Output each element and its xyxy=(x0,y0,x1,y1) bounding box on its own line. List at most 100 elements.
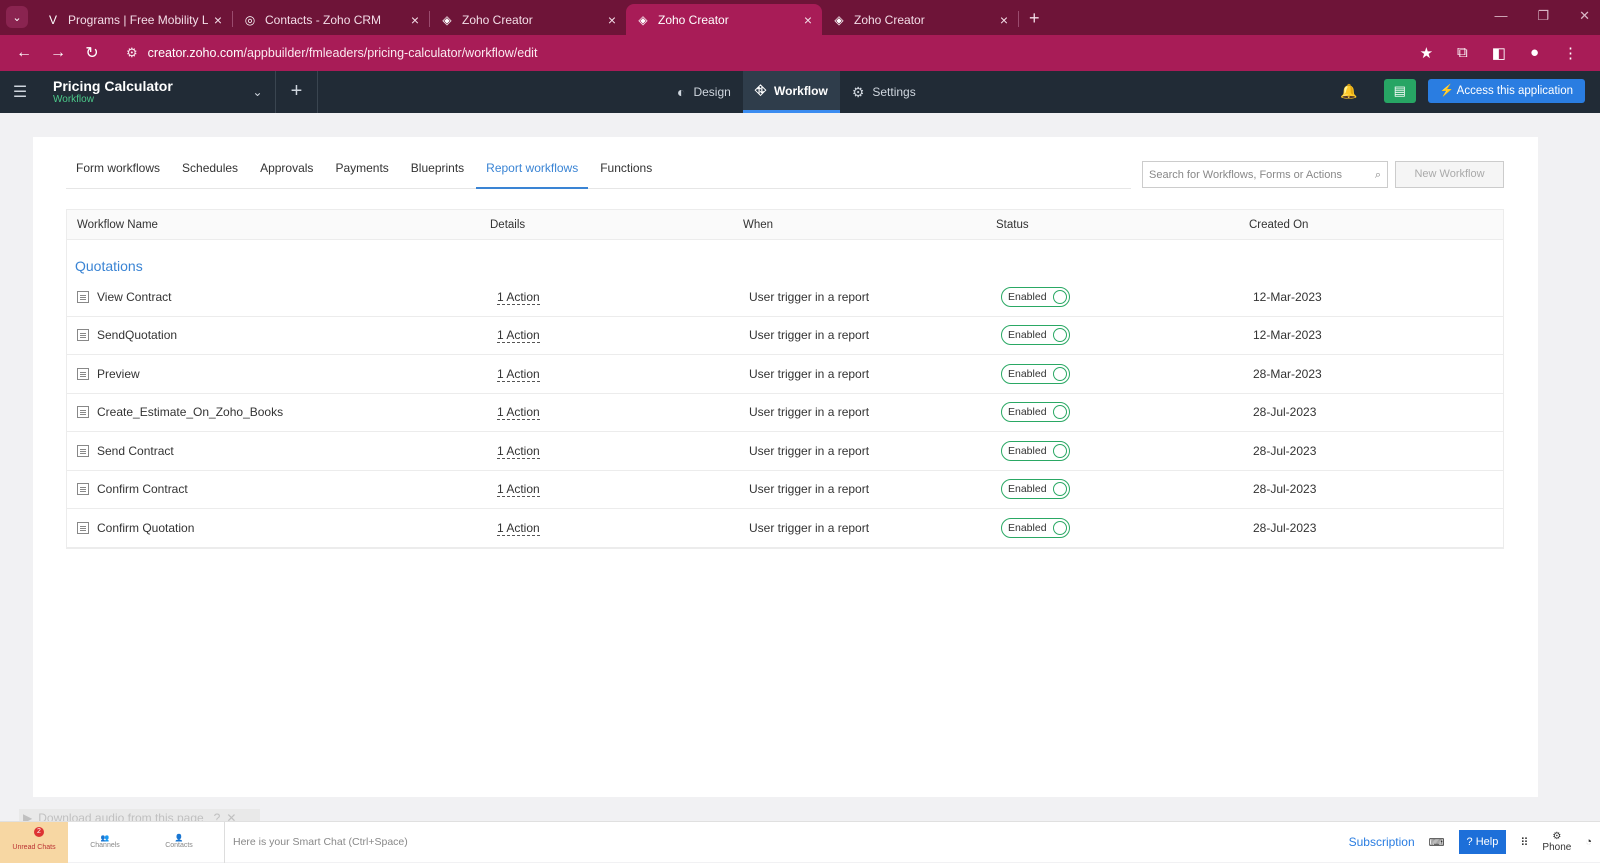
menu-kebab-icon[interactable]: ⋮ xyxy=(1563,44,1578,62)
table-row[interactable]: View Contract 1 Action User trigger in a r… xyxy=(67,278,1503,317)
close-icon[interactable]: × xyxy=(1000,12,1008,28)
status-label: Enabled xyxy=(1008,406,1047,419)
table-row[interactable]: Create_Estimate_On_Zoho_Books 1 Action Use… xyxy=(67,394,1503,432)
tab-payments[interactable]: Payments xyxy=(325,151,398,189)
help-button[interactable]: ? Help xyxy=(1458,830,1507,854)
smart-chat-input[interactable]: Here is your Smart Chat (Ctrl+Space) xyxy=(224,821,1349,863)
status-label: Enabled xyxy=(1008,329,1047,342)
action-count-link[interactable]: 1 Action xyxy=(497,289,540,305)
workflow-name-cell[interactable]: View Contract xyxy=(67,290,490,304)
trigger-cell: User trigger in a report xyxy=(749,520,870,535)
app-grid-button[interactable]: ▤ xyxy=(1383,79,1416,103)
browser-tab[interactable]: ◎ Contacts - Zoho CRM × xyxy=(233,4,429,35)
tab-report-workflows[interactable]: Report workflows xyxy=(476,151,589,189)
table-row[interactable]: Preview 1 Action User trigger in a report E… xyxy=(67,355,1503,394)
new-tab-icon[interactable]: + xyxy=(1029,8,1040,29)
workflow-name-cell[interactable]: Send Contract xyxy=(67,444,490,458)
chat-settings-icon[interactable]: ◔ xyxy=(1585,836,1592,848)
tab-form-workflows[interactable]: Form workflows xyxy=(66,151,170,189)
nav-workflow[interactable]: ⛗ Workflow xyxy=(742,71,840,113)
workflow-name[interactable]: SendQuotation xyxy=(97,328,177,342)
side-panel-icon[interactable]: ◧ xyxy=(1492,44,1506,62)
unread-chats-button[interactable]: 2 Unread Chats xyxy=(0,821,68,863)
phone-button[interactable]: ⚙ Phone xyxy=(1542,831,1571,853)
subscription-link[interactable]: Subscription xyxy=(1349,835,1415,849)
browser-tab[interactable]: V Programs | Free Mobility Leade × xyxy=(36,4,232,35)
group-quotations[interactable]: Quotations xyxy=(67,240,1503,278)
contacts-button[interactable]: 👤 Contacts xyxy=(142,822,216,863)
nav-design-label: Design xyxy=(693,85,731,99)
status-toggle[interactable]: Enabled xyxy=(1001,363,1070,384)
workflow-name-cell[interactable]: SendQuotation xyxy=(67,328,490,342)
bookmark-star-icon[interactable]: ★ xyxy=(1420,44,1433,62)
search-input[interactable]: Search for Workflows, Forms or Actions ⌕ xyxy=(1142,161,1388,188)
close-window-icon[interactable]: ✕ xyxy=(1579,8,1590,24)
restore-icon[interactable]: ❐ xyxy=(1537,8,1549,24)
table-header: Workflow Name Details When Status Create… xyxy=(67,210,1503,240)
tab-approvals[interactable]: Approvals xyxy=(250,151,323,189)
close-icon[interactable]: × xyxy=(608,12,616,28)
close-icon[interactable]: × xyxy=(804,12,812,28)
access-label: Access this application xyxy=(1456,85,1573,97)
workflow-name[interactable]: Preview xyxy=(97,367,140,381)
access-application-button[interactable]: ⚡ Access this application xyxy=(1427,79,1585,103)
forward-icon[interactable]: → xyxy=(44,44,72,62)
table-row[interactable]: Confirm Quotation 1 Action User trigger in… xyxy=(67,509,1503,548)
search-icon: ⌕ xyxy=(1374,169,1381,181)
extensions-icon[interactable]: ⧉ xyxy=(1457,44,1468,62)
nav-settings[interactable]: ⚙ Settings xyxy=(840,71,928,113)
browser-tab[interactable]: ◈ Zoho Creator × xyxy=(430,4,626,35)
action-count-link[interactable]: 1 Action xyxy=(497,405,540,421)
workflow-name[interactable]: Confirm Quotation xyxy=(97,521,194,535)
workflow-name[interactable]: Send Contract xyxy=(97,444,174,458)
keyboard-icon[interactable]: ⌨ xyxy=(1429,836,1445,849)
report-icon xyxy=(77,329,89,342)
status-toggle[interactable]: Enabled xyxy=(1001,286,1070,307)
status-toggle[interactable]: Enabled xyxy=(1001,402,1070,423)
close-icon[interactable]: × xyxy=(214,12,222,28)
dialpad-icon[interactable]: ⠿ xyxy=(1520,836,1528,849)
tab-functions[interactable]: Functions xyxy=(590,151,662,189)
status-toggle[interactable]: Enabled xyxy=(1001,517,1070,538)
status-toggle[interactable]: Enabled xyxy=(1001,440,1070,461)
nav-design[interactable]: ◐ Design xyxy=(665,71,743,113)
minimize-icon[interactable]: — xyxy=(1494,8,1507,24)
tab-search-dropdown[interactable]: ⌄ xyxy=(6,6,28,28)
table-row[interactable]: SendQuotation 1 Action User trigger in a r… xyxy=(67,317,1503,355)
workflow-name-cell[interactable]: Create_Estimate_On_Zoho_Books xyxy=(67,405,490,419)
action-count-link[interactable]: 1 Action xyxy=(497,328,540,344)
site-info-icon[interactable]: ⚙ xyxy=(126,45,138,61)
tab-schedules[interactable]: Schedules xyxy=(172,151,248,189)
workflow-name-cell[interactable]: Preview xyxy=(67,367,490,381)
url-field[interactable]: ⚙ creator.zoho.com/appbuilder/fmleaders/… xyxy=(116,39,1410,67)
action-count-link[interactable]: 1 Action xyxy=(497,443,540,459)
bell-icon[interactable]: 🔔 xyxy=(1340,83,1357,100)
new-workflow-button[interactable]: New Workflow xyxy=(1395,161,1504,188)
status-toggle[interactable]: Enabled xyxy=(1001,325,1070,346)
status-toggle[interactable]: Enabled xyxy=(1001,479,1070,500)
action-count-link[interactable]: 1 Action xyxy=(497,520,540,536)
workflow-name-cell[interactable]: Confirm Quotation xyxy=(67,521,490,535)
app-switcher-chevron-icon[interactable]: ⌄ xyxy=(240,71,276,113)
app-title-block[interactable]: Pricing Calculator Workflow xyxy=(40,78,240,105)
table-row[interactable]: Confirm Contract 1 Action User trigger in … xyxy=(67,471,1503,509)
back-icon[interactable]: ← xyxy=(10,44,38,62)
action-count-link[interactable]: 1 Action xyxy=(497,482,540,498)
channels-button[interactable]: 👥 Channels xyxy=(68,822,142,863)
table-row[interactable]: Send Contract 1 Action User trigger in a r… xyxy=(67,432,1503,471)
action-count-link[interactable]: 1 Action xyxy=(497,366,540,382)
toggle-knob xyxy=(1052,520,1067,535)
workflow-name[interactable]: Confirm Contract xyxy=(97,482,188,496)
profile-icon[interactable]: ● xyxy=(1530,44,1539,62)
reload-icon[interactable]: ↻ xyxy=(78,43,106,63)
close-icon[interactable]: × xyxy=(411,12,419,28)
add-icon[interactable]: + xyxy=(276,71,318,113)
hamburger-menu-icon[interactable]: ☰ xyxy=(0,82,40,102)
workflow-name[interactable]: View Contract xyxy=(97,290,171,304)
browser-tab[interactable]: ◈ Zoho Creator × xyxy=(822,4,1018,35)
created-on-cell: 28-Jul-2023 xyxy=(1253,520,1317,535)
browser-tab-active[interactable]: ◈ Zoho Creator × xyxy=(626,4,822,35)
workflow-name-cell[interactable]: Confirm Contract xyxy=(67,482,490,496)
workflow-name[interactable]: Create_Estimate_On_Zoho_Books xyxy=(97,405,283,419)
tab-blueprints[interactable]: Blueprints xyxy=(401,151,474,189)
